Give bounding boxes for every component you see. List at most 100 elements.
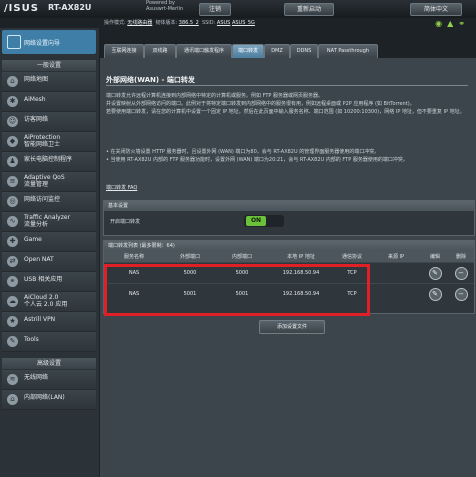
firmware-value[interactable]: 386.5_2 xyxy=(179,20,199,26)
mode-value[interactable]: 无线路由器 xyxy=(127,20,152,26)
model-name: RT-AX82U xyxy=(48,3,92,12)
sidebar-item-aimesh[interactable]: ✱ AiMesh xyxy=(2,92,96,112)
tab-port-forwarding[interactable]: 端口转发 xyxy=(232,44,264,59)
sidebar-item-label: AiCloud 2.0 个人云 2.0 应用 xyxy=(24,294,68,308)
sidebar-item-tools[interactable]: ✎ Tools xyxy=(2,332,96,352)
shield-icon: ◆ xyxy=(7,136,18,147)
mesh-icon: ✱ xyxy=(7,96,18,107)
sidebar-item-wireless[interactable]: ≋ 无线网络 xyxy=(2,370,96,390)
cell-delete: − xyxy=(448,262,474,284)
sidebar-item-label: 内部网络(LAN) xyxy=(24,394,65,401)
col-delete: 删除 xyxy=(448,251,474,263)
remove-icon[interactable]: − xyxy=(454,266,468,280)
table-header-row: 服务名称 外部端口 内部端口 本地 IP 地址 通信协议 来源 IP 编辑 删除 xyxy=(104,251,474,263)
sidebar-item-label: 家长电脑控制程序 xyxy=(24,156,73,163)
sidebar-item-label: Traffic Analyzer 流量分析 xyxy=(24,214,71,228)
quick-setup-button[interactable]: 网络设置向导 xyxy=(2,30,96,54)
cell-edit: ✎ xyxy=(422,283,448,304)
sidebar-item-label: Tools xyxy=(24,336,39,343)
language-select[interactable]: 简体中文 xyxy=(410,3,462,16)
col-internal-port: 内部端口 xyxy=(216,251,268,263)
sidebar-item-qos[interactable]: ≡ Adaptive QoS 流量管理 xyxy=(2,172,96,192)
tab-bar: 互联网连接 双线路 通讯端口触发程序 端口转发 DMZ DDNS NAT Pas… xyxy=(104,44,476,59)
add-profile-button[interactable]: 添加设置文件 xyxy=(259,320,325,334)
vpn-icon: ★ xyxy=(7,316,18,327)
powered-by: Powered by Asuswrt-Merlin xyxy=(146,0,183,12)
logout-button[interactable]: 注销 xyxy=(199,3,231,16)
intro-text: 端口转发允许远程计算机连接到内部网络中特定的计算机或服务。例如 FTP 服务器或… xyxy=(106,92,470,116)
reboot-button[interactable]: 重新启动 xyxy=(284,3,334,16)
top-bar: /ISUS RT-AX82U Powered by Asuswrt-Merlin… xyxy=(0,0,476,18)
sidebar-item-label: 网络访问监控 xyxy=(24,196,61,203)
tab-internet[interactable]: 互联网连接 xyxy=(104,44,144,59)
ssid-label: SSID: xyxy=(201,20,216,26)
notes-list: • 在关闭防火墙设置 HTTP 服务器时，且设置外网 (WAN) 端口为80，会… xyxy=(106,148,470,164)
tab-port-trigger[interactable]: 通讯端口触发程序 xyxy=(176,44,232,59)
col-service-name: 服务名称 xyxy=(104,251,164,263)
remove-icon[interactable]: − xyxy=(454,287,468,301)
tab-ddns[interactable]: DDNS xyxy=(290,44,318,59)
basic-settings-header: 基本设置 xyxy=(104,201,474,211)
usb-status-icon[interactable]: ⚭ xyxy=(458,19,470,28)
edit-icon[interactable]: ✎ xyxy=(428,266,442,280)
sidebar-item-parental[interactable]: ♟ 家长电脑控制程序 xyxy=(2,152,96,172)
col-local-ip: 本地 IP 地址 xyxy=(268,251,334,263)
wifi-icon: ≋ xyxy=(7,374,18,385)
page-title: 外部网络(WAN) - 端口转发 xyxy=(106,76,195,84)
enable-port-forward-label: 开启端口转发 xyxy=(110,219,141,225)
cloud-icon: ☁ xyxy=(7,296,18,307)
sidebar-item-aiprotection[interactable]: ◆ AiProtection 智能网络卫士 xyxy=(2,132,96,152)
sidebar-item-label: Game xyxy=(24,236,42,243)
sidebar-item-open-nat[interactable]: ⇄ Open NAT xyxy=(2,252,96,272)
title-divider xyxy=(106,85,468,86)
ssid-5g-value[interactable]: ASUS_5G xyxy=(232,20,255,26)
sidebar-item-label: Adaptive QoS 流量管理 xyxy=(24,174,65,188)
status-line: 操作模式: 无线路由器 韧体版本: 386.5_2 SSID: ASUS ASU… xyxy=(104,19,255,26)
sidebar-item-usb[interactable]: ⚭ USB 相关应用 xyxy=(2,272,96,292)
col-source-ip: 来源 IP xyxy=(370,251,422,263)
sidebar-item-label: AiProtection 智能网络卫士 xyxy=(24,134,60,148)
intro-line: 若要使用端口转发，请在您的计算机中设置一个固定 IP 地址，然后在此页面中输入服… xyxy=(106,109,465,115)
sidebar-item-label: Astrill VPN xyxy=(24,316,56,323)
sidebar: 网络设置向导 一般设置 ⌂ 网络地图 ✱ AiMesh ☺ 访客网络 ◆ AiProte… xyxy=(0,28,99,477)
sidebar-item-network-map[interactable]: ⌂ 网络地图 xyxy=(2,72,96,92)
sidebar-item-astrill-vpn[interactable]: ★ Astrill VPN xyxy=(2,312,96,332)
wifi-status-icon[interactable]: ◉ xyxy=(435,19,447,28)
col-edit: 编辑 xyxy=(422,251,448,263)
edit-icon[interactable]: ✎ xyxy=(428,287,442,301)
toggle-on-state: ON xyxy=(246,216,266,226)
ssid-value[interactable]: ASUS xyxy=(217,20,230,26)
sidebar-item-lan[interactable]: ⌂ 内部网络(LAN) xyxy=(2,390,96,410)
intro-line: 端口转发允许远程计算机连接到内部网络中特定的计算机或服务。例如 FTP 服务器或… xyxy=(106,93,324,99)
firmware-brand: Asuswrt-Merlin xyxy=(146,6,184,12)
tab-dmz[interactable]: DMZ xyxy=(264,44,290,59)
tab-nat-passthrough[interactable]: NAT Passthrough xyxy=(318,44,378,59)
tab-dual-wan[interactable]: 双线路 xyxy=(144,44,176,59)
nat-icon: ⇄ xyxy=(7,256,18,267)
map-icon: ⌂ xyxy=(7,76,18,87)
highlight-annotation-box xyxy=(104,264,370,316)
qos-icon: ≡ xyxy=(7,176,18,187)
firmware-label: 韧体版本: xyxy=(155,20,178,26)
network-status-icon[interactable]: ▲ xyxy=(447,19,458,28)
cell-delete: − xyxy=(448,283,474,304)
status-icons: ◉▲⚭ xyxy=(435,19,470,28)
sidebar-item-label: 无线网络 xyxy=(24,374,49,381)
advanced-section-header: 高级设置 xyxy=(2,358,96,369)
sidebar-item-web-history[interactable]: ◎ 网络访问监控 xyxy=(2,192,96,212)
sidebar-item-label: 网络地图 xyxy=(24,76,49,83)
monitor-icon: ◎ xyxy=(7,196,18,207)
aiprotection-label: AiProtection 智能网络卫士 xyxy=(24,134,61,148)
sidebar-item-guest-network[interactable]: ☺ 访客网络 xyxy=(2,112,96,132)
cell-edit: ✎ xyxy=(422,262,448,284)
cell-source-ip xyxy=(370,283,422,304)
asus-logo: /ISUS xyxy=(4,3,39,14)
faq-link[interactable]: 端口转发 FAQ xyxy=(106,184,137,191)
wizard-icon xyxy=(7,35,21,49)
sidebar-item-aicloud[interactable]: ☁ AiCloud 2.0 个人云 2.0 应用 xyxy=(2,292,96,312)
note-item: • 当使用 RT-AX82U 内部的 FTP 服务器功能时，设置外网 (WAN)… xyxy=(106,157,408,163)
col-protocol: 通信协议 xyxy=(334,251,370,263)
sidebar-item-traffic-analyzer[interactable]: ∿ Traffic Analyzer 流量分析 xyxy=(2,212,96,232)
sidebar-item-game[interactable]: ✚ Game xyxy=(2,232,96,252)
port-forward-toggle[interactable]: ON xyxy=(244,215,284,227)
